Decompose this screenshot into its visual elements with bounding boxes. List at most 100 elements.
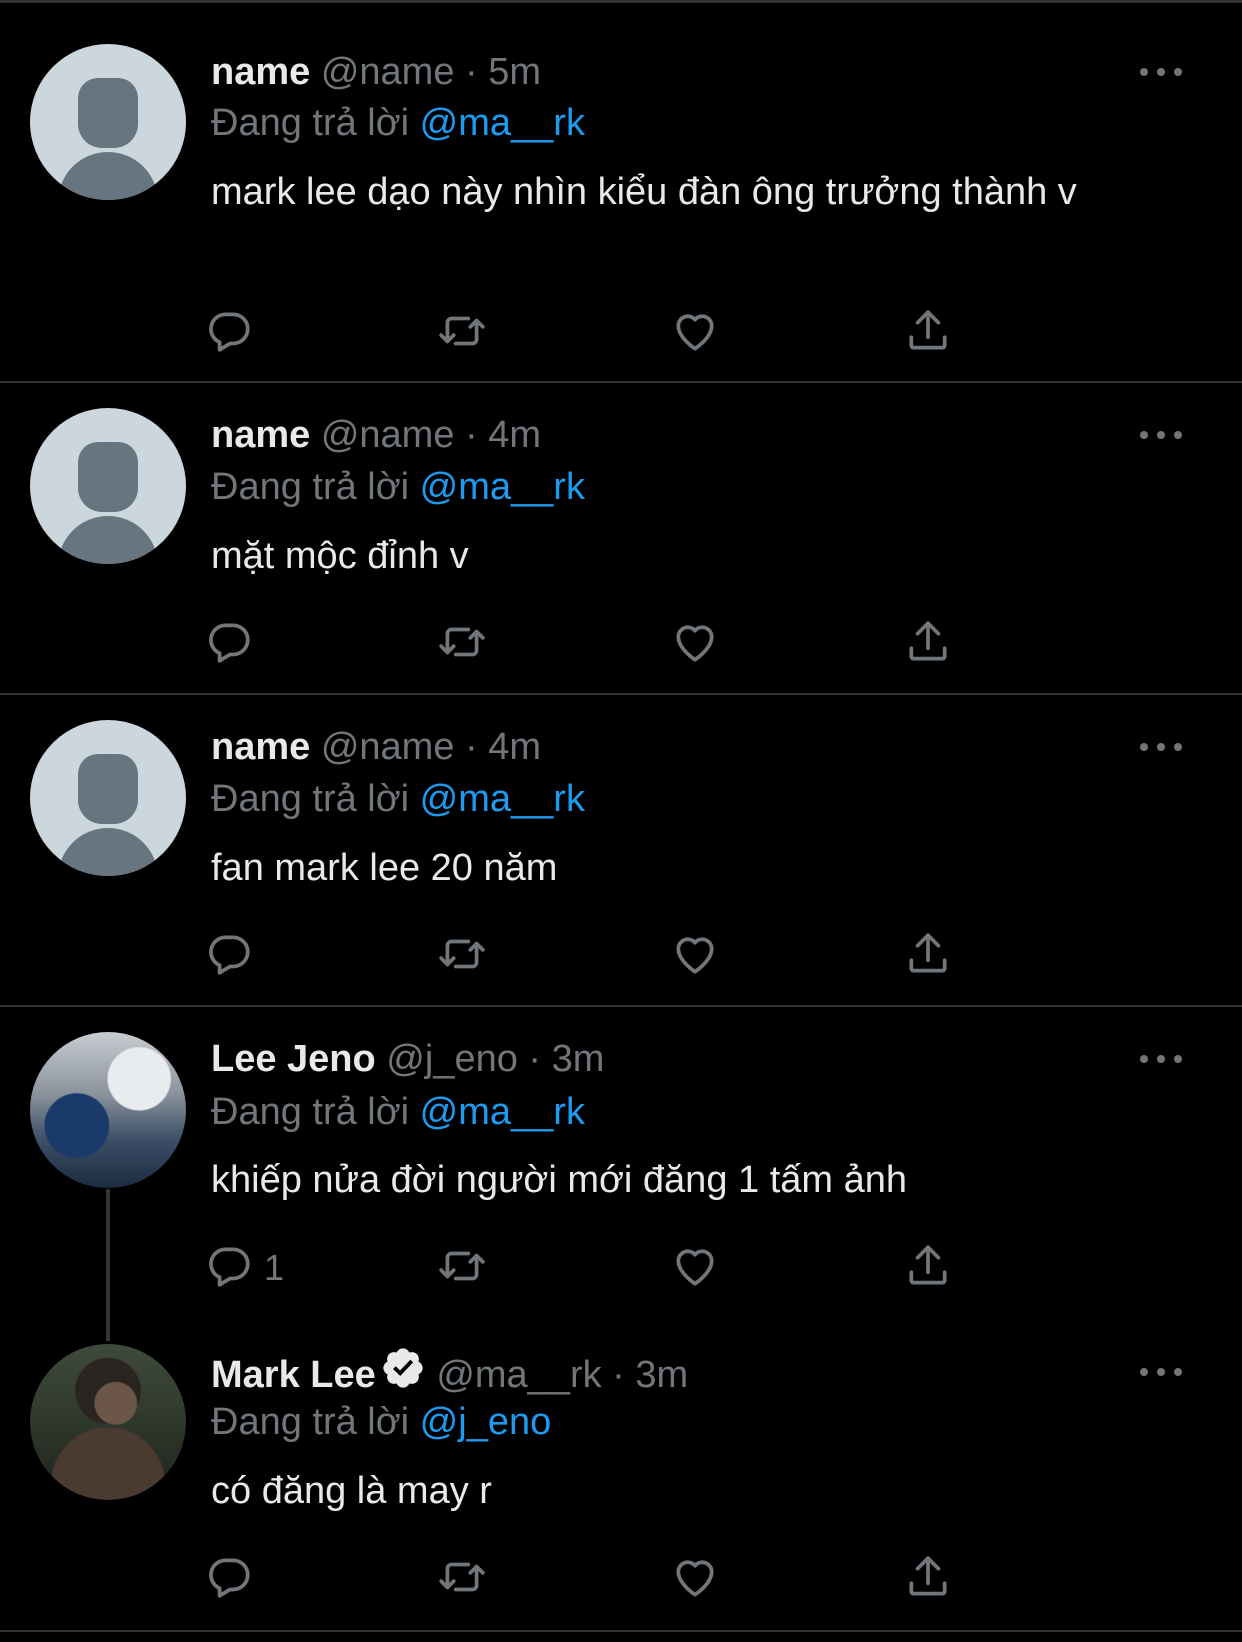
retweet-button[interactable] <box>437 619 487 669</box>
tweet-5[interactable]: Mark Lee @ma__rk · 3m Đang trả lời @j_en… <box>0 1340 1242 1636</box>
share-button[interactable] <box>903 931 953 981</box>
replying-to: Đang trả lời @ma__rk <box>211 774 585 824</box>
reply-icon <box>204 617 254 672</box>
reply-button[interactable]: 1 <box>204 1243 284 1293</box>
separator-dot: · <box>465 414 478 456</box>
more-icon[interactable] <box>1140 425 1182 445</box>
heart-icon <box>670 929 720 984</box>
like-button[interactable] <box>670 1243 720 1293</box>
verified-badge-icon <box>380 1345 426 1404</box>
replying-to: Đang trả lời @ma__rk <box>211 462 585 512</box>
mention-link[interactable]: @ma__rk <box>420 778 585 820</box>
share-button[interactable] <box>903 1554 953 1604</box>
action-bar <box>209 619 1011 669</box>
avatar-mark-lee[interactable] <box>30 1344 186 1500</box>
more-icon[interactable] <box>1140 737 1182 757</box>
timestamp[interactable]: 5m <box>488 51 541 93</box>
timestamp[interactable]: 3m <box>635 1354 688 1396</box>
reply-button[interactable] <box>204 308 264 358</box>
mention-link[interactable]: @j_eno <box>420 1401 552 1443</box>
more-icon[interactable] <box>1140 1362 1182 1382</box>
reply-button[interactable] <box>204 1554 264 1604</box>
separator-dot: · <box>612 1354 625 1396</box>
tweet-text: mặt mộc đỉnh v <box>211 535 469 577</box>
reply-button[interactable] <box>204 931 264 981</box>
retweet-button[interactable] <box>437 308 487 358</box>
replying-to-label: Đang trả lời <box>211 1091 410 1133</box>
action-bar <box>209 1554 1011 1604</box>
tweet-3[interactable]: name @name · 4m Đang trả lời @ma__rk fan… <box>0 695 1242 1006</box>
replying-to-label: Đang trả lời <box>211 466 410 508</box>
tweet-1[interactable]: name @name · 5m Đang trả lời @ma__rk mar… <box>0 0 1242 383</box>
handle[interactable]: @name <box>321 726 455 768</box>
retweet-button[interactable] <box>437 931 487 981</box>
reply-button[interactable] <box>204 619 264 669</box>
handle[interactable]: @ma__rk <box>436 1354 601 1396</box>
tweet-header: name @name · 4m <box>211 410 541 460</box>
reply-icon <box>204 1552 254 1607</box>
handle[interactable]: @name <box>321 51 455 93</box>
tweet-2[interactable]: name @name · 4m Đang trả lời @ma__rk mặt… <box>0 383 1242 694</box>
like-button[interactable] <box>670 931 720 981</box>
tweet-header: name @name · 4m <box>211 722 541 772</box>
timestamp[interactable]: 4m <box>488 726 541 768</box>
like-button[interactable] <box>670 308 720 358</box>
replying-to: Đang trả lời @ma__rk <box>211 98 585 148</box>
timestamp[interactable]: 4m <box>488 414 541 456</box>
avatar-default[interactable] <box>30 408 186 564</box>
share-icon <box>903 617 953 672</box>
retweet-icon <box>437 929 487 984</box>
like-button[interactable] <box>670 1554 720 1604</box>
handle[interactable]: @j_eno <box>386 1038 518 1080</box>
mention-link[interactable]: @ma__rk <box>420 102 585 144</box>
share-icon <box>903 1241 953 1296</box>
tweet-text: mark lee dạo này nhìn kiểu đàn ông trưởn… <box>211 171 1077 213</box>
replying-to-label: Đang trả lời <box>211 778 410 820</box>
more-icon[interactable] <box>1140 1049 1182 1069</box>
avatar-default[interactable] <box>30 44 186 200</box>
separator-dot: · <box>465 51 478 93</box>
avatar-default[interactable] <box>30 720 186 876</box>
tweet-text: có đăng là may r <box>211 1470 492 1512</box>
retweet-icon <box>437 1241 487 1296</box>
tweet-header: name @name · 5m <box>211 47 541 97</box>
share-icon <box>903 1552 953 1607</box>
display-name[interactable]: Lee Jeno <box>211 1038 376 1080</box>
display-name[interactable]: Mark Lee <box>211 1354 376 1396</box>
retweet-icon <box>437 306 487 361</box>
more-icon[interactable] <box>1140 62 1182 82</box>
like-button[interactable] <box>670 619 720 669</box>
replying-to-label: Đang trả lời <box>211 102 410 144</box>
reply-icon <box>204 306 254 361</box>
retweet-icon <box>437 1552 487 1607</box>
action-bar: 1 <box>209 1243 1011 1293</box>
retweet-button[interactable] <box>437 1243 487 1293</box>
tweet-text: khiếp nửa đời người mới đăng 1 tấm ảnh <box>211 1159 908 1201</box>
share-button[interactable] <box>903 308 953 358</box>
tweet-header: Mark Lee @ma__rk · 3m <box>211 1345 688 1396</box>
mention-link[interactable]: @ma__rk <box>420 1091 585 1133</box>
mention-link[interactable]: @ma__rk <box>420 466 585 508</box>
share-button[interactable] <box>903 1243 953 1293</box>
divider <box>0 1630 1242 1632</box>
reply-icon <box>204 929 254 984</box>
handle[interactable]: @name <box>321 414 455 456</box>
share-icon <box>903 306 953 361</box>
heart-icon <box>670 306 720 361</box>
retweet-icon <box>437 617 487 672</box>
timestamp[interactable]: 3m <box>552 1038 605 1080</box>
reply-icon <box>204 1241 254 1296</box>
avatar-lee-jeno[interactable] <box>30 1032 186 1188</box>
separator-dot: · <box>528 1038 542 1080</box>
retweet-button[interactable] <box>437 1554 487 1604</box>
heart-icon <box>670 617 720 672</box>
share-icon <box>903 929 953 984</box>
share-button[interactable] <box>903 619 953 669</box>
display-name[interactable]: name <box>211 414 310 456</box>
tweet-4[interactable]: Lee Jeno @j_eno · 3m Đang trả lời @ma__r… <box>0 1007 1242 1340</box>
heart-icon <box>670 1552 720 1607</box>
display-name[interactable]: name <box>211 51 310 93</box>
replying-to: Đang trả lời @j_eno <box>211 1397 551 1447</box>
reply-count: 1 <box>264 1247 285 1288</box>
display-name[interactable]: name <box>211 726 310 768</box>
